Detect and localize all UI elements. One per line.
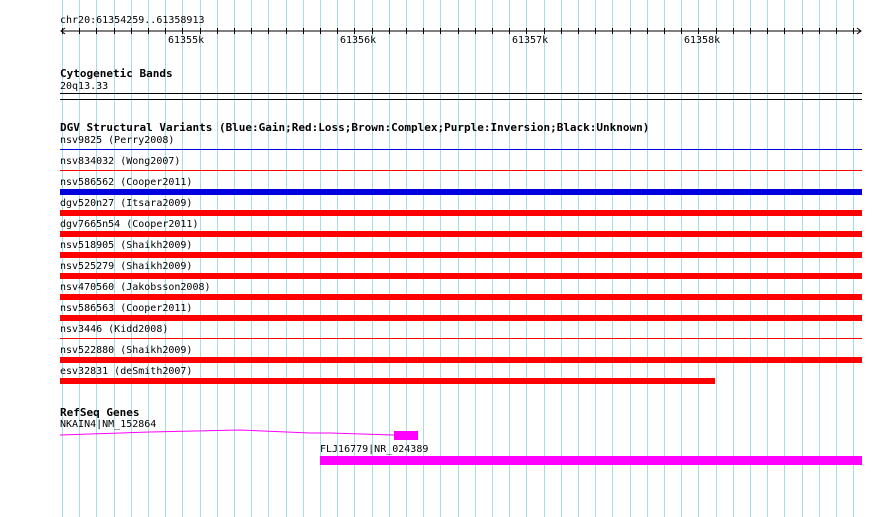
variant-bar-loss[interactable] bbox=[60, 210, 862, 216]
variant-bar-gain[interactable] bbox=[60, 149, 862, 150]
gene-model-nkain4[interactable] bbox=[0, 425, 890, 445]
gene-label[interactable]: FLJ16779|NR_024389 bbox=[320, 444, 428, 456]
dgv-track-title: DGV Structural Variants (Blue:Gain;Red:L… bbox=[60, 121, 650, 134]
variant-label[interactable]: dgv520n27 (Itsara2009) bbox=[60, 198, 192, 210]
variant-label[interactable]: nsv522880 (Shaikh2009) bbox=[60, 345, 192, 357]
cytobands-track-title: Cytogenetic Bands bbox=[60, 67, 173, 80]
variant-bar-loss[interactable] bbox=[60, 170, 862, 171]
variant-bar-loss[interactable] bbox=[60, 357, 862, 363]
cytoband-bar[interactable] bbox=[60, 93, 862, 94]
variant-bar-loss[interactable] bbox=[60, 252, 862, 258]
variant-bar-loss[interactable] bbox=[60, 378, 715, 384]
variant-bar-gain[interactable] bbox=[60, 189, 862, 195]
refseq-track-title: RefSeq Genes bbox=[60, 406, 140, 419]
variant-bar-loss[interactable] bbox=[60, 315, 862, 321]
ruler-tick-label: 61358k bbox=[684, 35, 721, 46]
variant-bar-loss[interactable] bbox=[60, 294, 862, 300]
cytoband-label: 20q13.33 bbox=[60, 81, 109, 92]
ruler-axis[interactable] bbox=[0, 26, 890, 38]
variant-label[interactable]: nsv9825 (Perry2008) bbox=[60, 135, 174, 147]
variant-label[interactable]: nsv470560 (Jakobsson2008) bbox=[60, 282, 211, 294]
track-divider bbox=[60, 99, 862, 100]
variant-label[interactable]: nsv586562 (Cooper2011) bbox=[60, 177, 192, 189]
variant-label[interactable]: nsv834032 (Wong2007) bbox=[60, 156, 180, 168]
variant-label[interactable]: dgv7665n54 (Cooper2011) bbox=[60, 219, 198, 231]
gene-model-flj16779[interactable] bbox=[320, 456, 862, 465]
variant-bar-loss[interactable] bbox=[60, 231, 862, 237]
variant-label[interactable]: nsv525279 (Shaikh2009) bbox=[60, 261, 192, 273]
variant-label[interactable]: esv32831 (deSmith2007) bbox=[60, 366, 192, 378]
ruler-tick-label: 61356k bbox=[340, 35, 377, 46]
ruler-tick-label: 61355k bbox=[168, 35, 205, 46]
variant-label[interactable]: nsv586563 (Cooper2011) bbox=[60, 303, 192, 315]
variant-bar-loss[interactable] bbox=[60, 338, 862, 339]
variant-label[interactable]: nsv3446 (Kidd2008) bbox=[60, 324, 168, 336]
ruler-tick-label: 61357k bbox=[512, 35, 549, 46]
variant-label[interactable]: nsv518905 (Shaikh2009) bbox=[60, 240, 192, 252]
variant-bar-loss[interactable] bbox=[60, 273, 862, 279]
